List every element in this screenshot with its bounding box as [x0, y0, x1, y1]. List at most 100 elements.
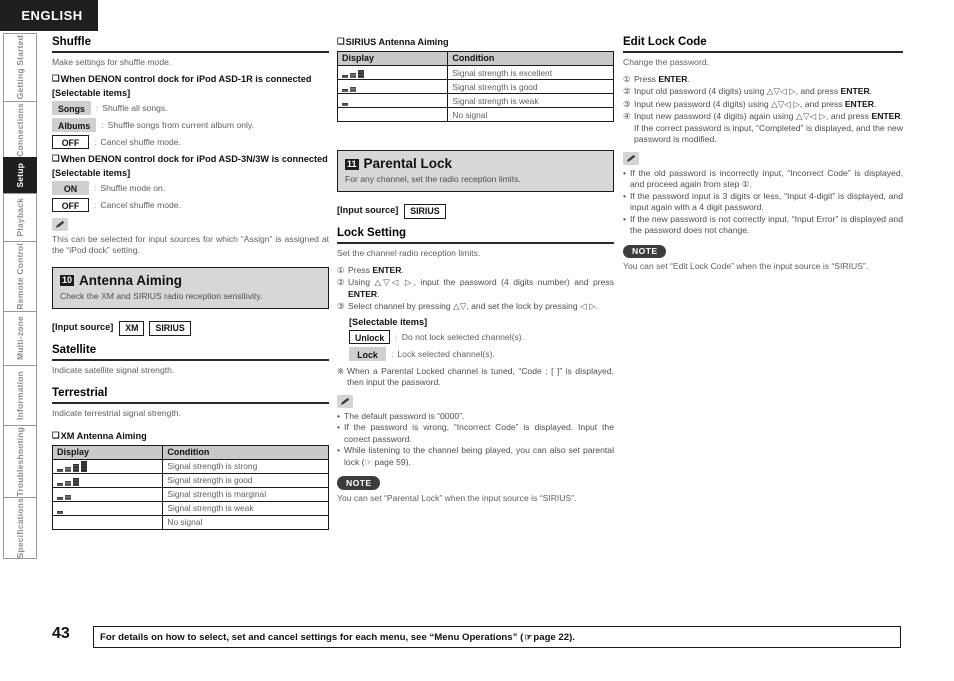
shuffle-option-row: ON: Shuffle mode on.: [52, 180, 329, 195]
signal-bar: [342, 89, 348, 92]
bullet-text: If the old password is incorrectly input…: [630, 167, 903, 190]
right-column: Edit Lock Code Change the password. ① Pre…: [623, 35, 903, 276]
sidebar-item-label: Remote Control: [15, 243, 25, 310]
lock-option-key-unlock[interactable]: Unlock: [349, 329, 391, 344]
shuffle-option-description: Shuffle songs from current album only.: [107, 119, 254, 130]
signal-bar: [57, 510, 63, 514]
sidebar-item-label: Connections: [15, 102, 25, 157]
sirius-antenna-aiming-table: Display Condition Signal strength is excel…: [336, 51, 614, 122]
signal-bar: [350, 87, 356, 92]
shuffle-option-key-on[interactable]: ON: [52, 180, 89, 195]
condition-cell: Signal strength is strong: [162, 458, 329, 474]
signal-bars-cell: [51, 500, 164, 516]
section-title: Antenna Aiming: [79, 272, 183, 288]
section-number-badge: 10: [60, 275, 75, 286]
lock-option-description: Do not lock selected channel(s).: [401, 331, 525, 342]
edit-bullet-item: • If the old password is incorrectly inpu…: [623, 168, 903, 191]
sidebar-item-label: Troubleshooting: [15, 426, 25, 497]
sidebar-item-troubleshooting[interactable]: Troubleshooting: [3, 425, 37, 497]
edit-lock-code-intro: Change the password.: [623, 57, 709, 67]
section-title-row: 11 Parental Lock: [345, 156, 606, 172]
shuffle-option-key-off[interactable]: OFF: [52, 134, 89, 149]
step-number: ①: [337, 264, 345, 275]
sidebar-item-getting-started[interactable]: Getting Started: [3, 33, 37, 101]
signal-bar: [358, 70, 364, 78]
signal-bars-cell: [51, 486, 164, 502]
sidebar-item-specifications[interactable]: Specifications: [3, 497, 37, 559]
lock-bullet-item: • The default password is “0000”.: [337, 411, 614, 423]
condition-cell: Signal strength is excellent: [447, 65, 614, 80]
lock-memo-bullets: • The default password is “0000”. • If the …: [337, 411, 614, 469]
dock1-heading: When DENON control dock for iPod ASD-1R …: [52, 72, 329, 85]
pencil-icon: [52, 217, 68, 231]
sidebar-item-label: Setup: [15, 163, 25, 188]
sidebar-item-setup[interactable]: Setup: [3, 157, 37, 193]
signal-bars-cell: [336, 79, 449, 94]
lock-bullet-item: • While listening to the channel being pl…: [337, 445, 614, 468]
sidebar-item-information[interactable]: Information: [3, 365, 37, 425]
edit-lock-code-heading: Edit Lock Code: [623, 35, 903, 53]
note-badge: NOTE: [337, 476, 381, 490]
lock-option-key-lock[interactable]: Lock: [349, 346, 386, 361]
input-source-badge-sirius[interactable]: SIRIUS: [404, 204, 446, 219]
signal-strength-icon: [57, 517, 158, 528]
input-source-row-antenna: [Input source] XM SIRIUS: [52, 318, 329, 336]
bullet-text: While listening to the channel being pla…: [344, 445, 614, 467]
input-source-badge-sirius[interactable]: SIRIUS: [149, 320, 191, 336]
edit-lock-code-bullets: • If the old password is incorrectly inpu…: [623, 168, 903, 237]
signal-strength-icon: [342, 81, 443, 92]
selectable-items-label-2: [Selectable items]: [52, 167, 131, 178]
xm-table-heading: XM Antenna Aiming: [52, 429, 329, 442]
shuffle-option-key-songs[interactable]: Songs: [52, 100, 91, 115]
asterisk-symbol: ※: [337, 365, 345, 376]
signal-bars-cell: [51, 472, 164, 488]
signal-bar: [73, 477, 79, 486]
step-text: Input old password (4 digits) using △▽◁ …: [634, 86, 873, 96]
sidebar-item-remote-control[interactable]: Remote Control: [3, 241, 37, 311]
signal-strength-icon: [57, 460, 158, 472]
colon-separator: :: [94, 182, 97, 193]
sidebar-item-playback[interactable]: Playback: [3, 193, 37, 241]
section-card-antenna-aiming: 10 Antenna Aiming Check the XM and SIRIU…: [52, 266, 329, 309]
step-text: Press ENTER.: [634, 73, 690, 84]
bullet-text: If the password input is 3 digits or les…: [630, 190, 903, 213]
section-description: Check the XM and SIRIUS radio reception …: [60, 290, 263, 301]
lock-setting-heading: Lock Setting: [337, 226, 614, 244]
signal-bar: [342, 75, 348, 78]
signal-bars-cell: [51, 458, 164, 474]
note-text: You can set “Edit Lock Code” when the in…: [623, 261, 869, 271]
table-header-display: Display: [336, 51, 449, 66]
input-source-badge-xm[interactable]: XM: [119, 320, 145, 336]
colon-separator: :: [395, 331, 398, 342]
signal-bar: [57, 468, 63, 472]
shuffle-options-dock1: Songs: Shuffle all songs. Albums: Shuffle s…: [52, 100, 329, 149]
colon-separator: :: [94, 136, 97, 147]
table-row: Signal strength is good: [336, 79, 614, 94]
signal-bar: [57, 482, 63, 486]
colon-separator: :: [101, 119, 104, 130]
manual-page: ENGLISH Getting Started Connections Setup P…: [0, 0, 954, 681]
shuffle-memo-text: This can be selected for input sources f…: [52, 233, 329, 256]
signal-strength-icon: [57, 503, 158, 514]
signal-bar: [65, 494, 71, 500]
shuffle-option-key-albums[interactable]: Albums: [52, 117, 97, 132]
note-badge: NOTE: [623, 244, 667, 258]
step-text: Using △▽◁ ▷, input the password (4 digit…: [348, 277, 614, 299]
lock-step-item: ② Using △▽◁ ▷, input the password (4 digi…: [337, 277, 614, 300]
signal-strength-icon: [57, 489, 158, 500]
signal-bars-cell: [336, 65, 449, 80]
shuffle-intro: Make settings for shuffle mode.: [52, 57, 172, 67]
shuffle-option-row: OFF: Cancel shuffle mode.: [52, 197, 329, 212]
signal-bars-cell: [51, 514, 164, 530]
table-row: Signal strength is strong: [51, 458, 329, 474]
satellite-text: Indicate satellite signal strength.: [52, 364, 175, 375]
section-tab-strip: Getting Started Connections Setup Playback R…: [3, 33, 37, 559]
bullet-marker: •: [337, 410, 341, 421]
sidebar-item-multi-zone[interactable]: Multi-zone: [3, 311, 37, 365]
middle-column: SIRIUS Antenna Aiming DisplayConditionSi…: [336, 35, 614, 507]
shuffle-option-key-off[interactable]: OFF: [52, 197, 89, 212]
pencil-icon: [337, 394, 353, 408]
signal-bar: [65, 480, 71, 486]
sidebar-item-connections[interactable]: Connections: [3, 101, 37, 157]
signal-bar: [65, 466, 71, 472]
